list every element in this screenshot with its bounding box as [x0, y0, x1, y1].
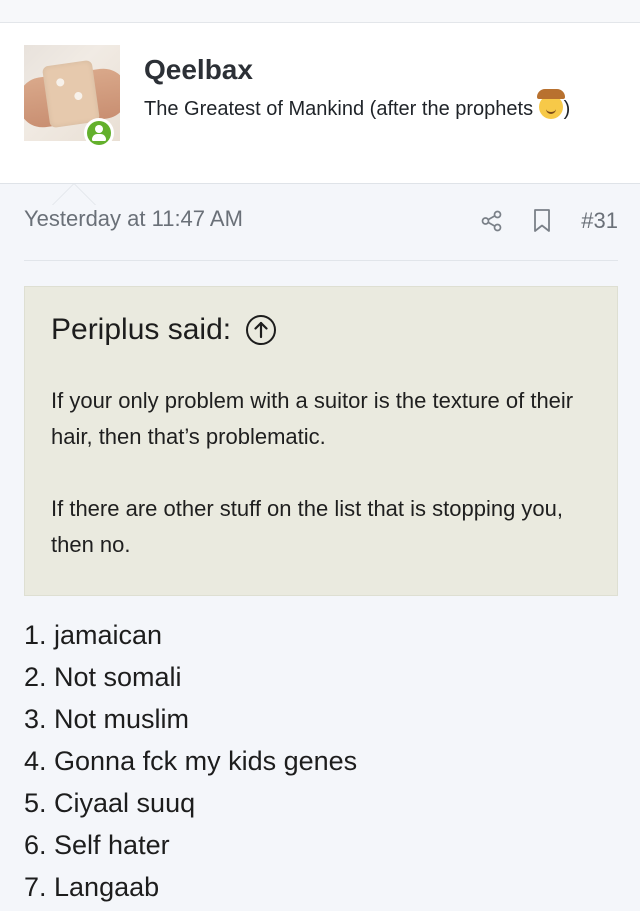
author-title-close: ): [563, 98, 571, 120]
author-pointer-arrow: [52, 183, 96, 205]
list-item: 7. Langaab: [24, 872, 160, 902]
cowboy-face-emoji-icon: [536, 89, 565, 119]
quote-body: If your only problem with a suitor is th…: [51, 383, 601, 599]
post-number-link[interactable]: #31: [581, 208, 618, 234]
post-meta: Yesterday at 11:47 AM #31: [24, 203, 618, 239]
share-icon[interactable]: [477, 206, 507, 236]
avatar-bandage-graphic: [41, 59, 101, 129]
list-item: 4. Gonna fck my kids genes: [24, 746, 358, 776]
post-timestamp[interactable]: Yesterday at 11:47 AM: [24, 206, 243, 232]
bookmark-icon[interactable]: [527, 206, 557, 236]
author-username[interactable]: Qeelbax: [144, 54, 253, 86]
quote-author-said[interactable]: Periplus said:: [51, 313, 231, 347]
quote-paragraph: If there are other stuff on the list tha…: [51, 496, 564, 557]
author-title-text: The Greatest of Mankind (after the proph…: [144, 98, 534, 120]
list-item: 6. Self hater: [24, 830, 170, 860]
list-item: 2. Not somali: [24, 662, 182, 692]
quote-block: Periplus said: If your only problem with…: [24, 286, 618, 596]
online-status-icon: [84, 118, 114, 148]
online-user-icon: [87, 121, 111, 145]
list-item: 3. Not muslim: [24, 704, 190, 734]
post-actions: #31: [457, 203, 618, 239]
quote-header: Periplus said:: [51, 313, 277, 347]
list-item: 1. jamaican: [24, 620, 163, 650]
quote-paragraph: If your only problem with a suitor is th…: [51, 388, 574, 449]
divider: [24, 260, 618, 261]
circle-arrow-up-icon[interactable]: [245, 314, 277, 346]
author-title: The Greatest of Mankind (after the proph…: [144, 89, 624, 125]
top-strip: [0, 0, 640, 23]
list-item: 5. Ciyaal suuq: [24, 788, 196, 818]
reply-list: 1. jamaican 2. Not somali 3. Not muslim …: [24, 614, 357, 908]
post-author-block: Qeelbax The Greatest of Mankind (after t…: [0, 23, 640, 205]
